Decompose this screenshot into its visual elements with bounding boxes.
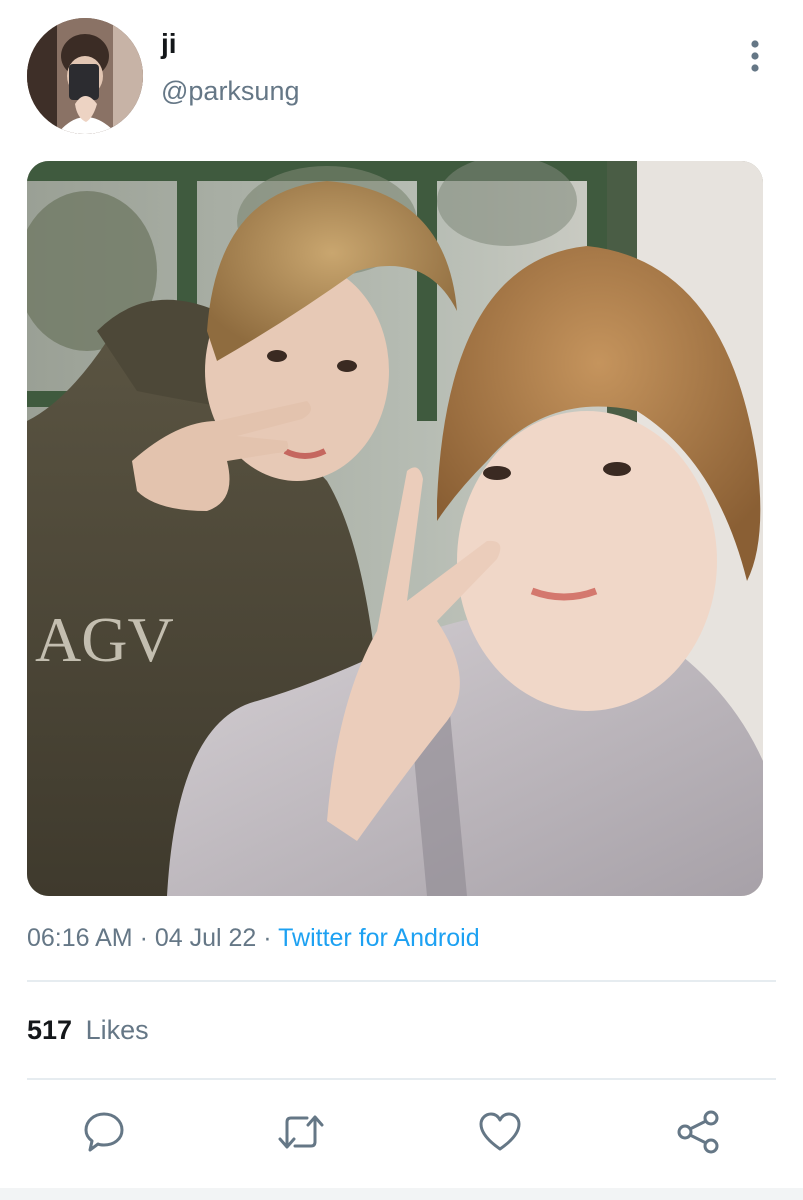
- tweet-actions: [0, 1100, 803, 1164]
- retweet-button[interactable]: [277, 1108, 325, 1156]
- divider: [27, 980, 776, 982]
- heart-icon: [479, 1112, 521, 1151]
- meta-separator: ·: [263, 924, 272, 952]
- likes-number: 517: [27, 1015, 73, 1045]
- user-handle[interactable]: @parksung: [161, 74, 299, 108]
- likes-count[interactable]: 517 Likes: [27, 1012, 149, 1048]
- svg-text:AGV: AGV: [35, 604, 174, 675]
- more-vertical-icon: [751, 40, 759, 72]
- display-name[interactable]: ji: [161, 28, 177, 60]
- likes-label: Likes: [85, 1015, 149, 1045]
- reply-icon: [84, 1112, 124, 1152]
- divider: [27, 1078, 776, 1080]
- meta-separator: ·: [139, 924, 148, 952]
- tweet-photo[interactable]: AGV: [27, 161, 763, 896]
- tweet-meta: 06:16 AM · 04 Jul 22 · Twitter for Andro…: [27, 920, 480, 956]
- photo-image: AGV: [27, 161, 763, 896]
- share-button[interactable]: [674, 1108, 722, 1156]
- reply-button[interactable]: [80, 1108, 128, 1156]
- tweet-date: 04 Jul 22: [154, 924, 257, 952]
- tweet-header: ji @parksung: [0, 0, 803, 150]
- more-options-button[interactable]: [735, 36, 775, 76]
- avatar-image: [27, 18, 143, 134]
- avatar[interactable]: [27, 18, 143, 134]
- tweet-time: 06:16 AM: [27, 924, 133, 952]
- bottom-separator: [0, 1188, 803, 1200]
- tweet-source-link[interactable]: Twitter for Android: [278, 924, 479, 952]
- retweet-icon: [278, 1115, 324, 1149]
- share-icon: [677, 1110, 719, 1154]
- like-button[interactable]: [476, 1108, 524, 1156]
